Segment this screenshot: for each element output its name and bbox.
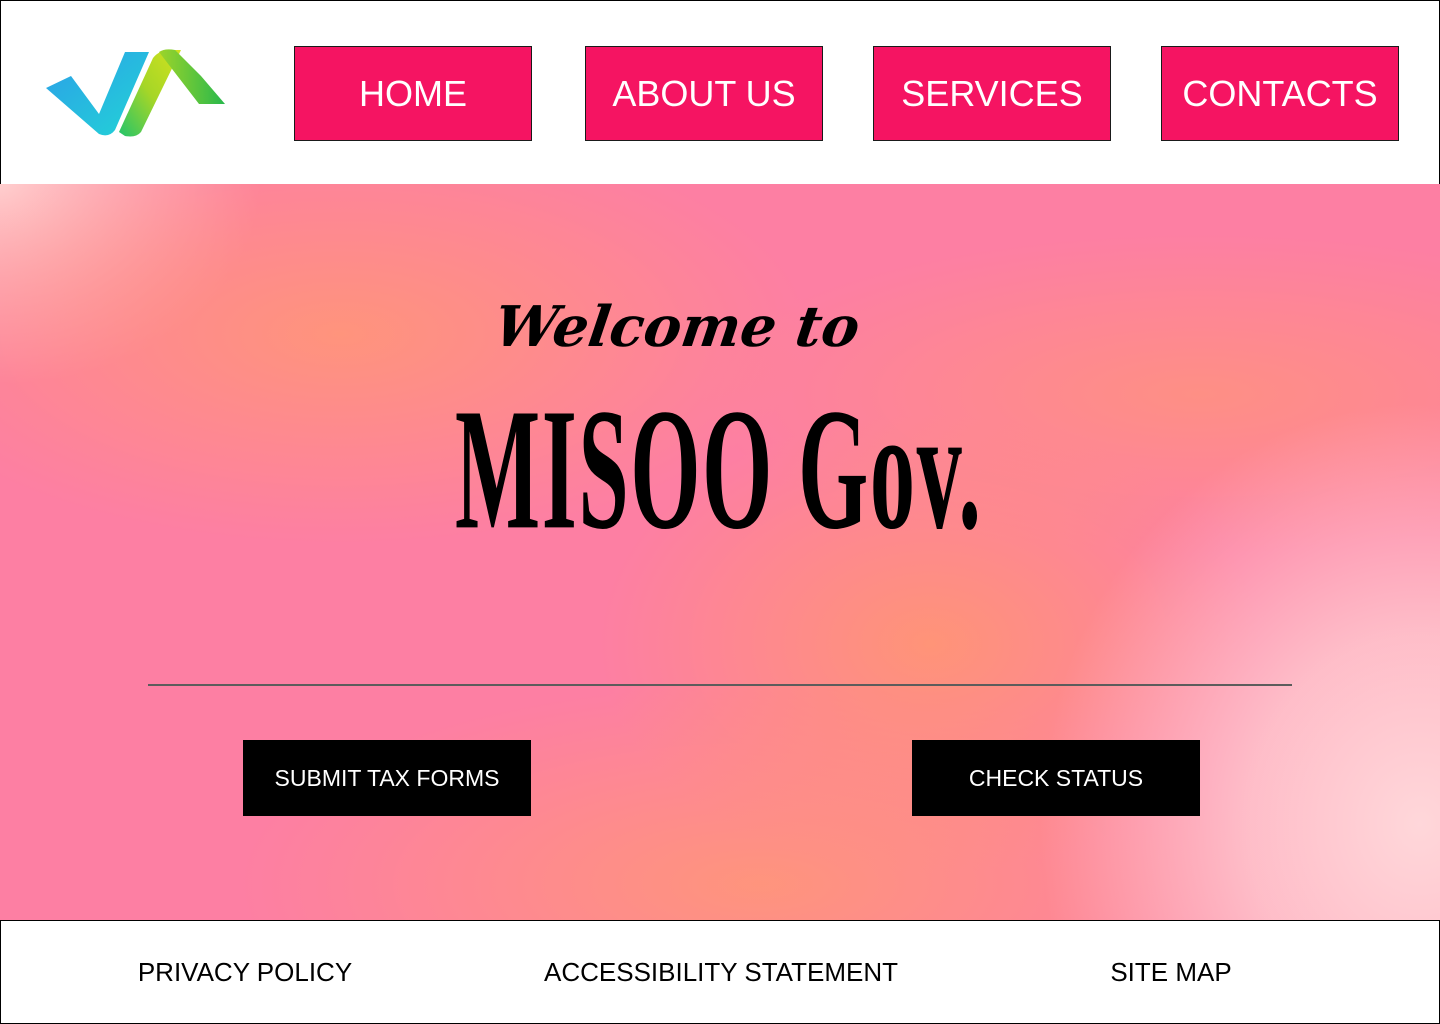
- nav-about-us-button[interactable]: ABOUT US: [585, 46, 823, 141]
- welcome-heading: Welcome to: [490, 294, 864, 360]
- footer-privacy-policy-link[interactable]: PRIVACY POLICY: [101, 921, 389, 1023]
- check-status-button[interactable]: CHECK STATUS: [912, 740, 1200, 816]
- nav-contacts-button[interactable]: CONTACTS: [1161, 46, 1399, 141]
- footer-site-map-link[interactable]: SITE MAP: [1061, 921, 1281, 1023]
- site-title: MISOO Gov.: [455, 372, 983, 566]
- footer-accessibility-statement-link[interactable]: ACCESSIBILITY STATEMENT: [501, 921, 941, 1023]
- nav-services-button[interactable]: SERVICES: [873, 46, 1111, 141]
- site-header: HOME ABOUT US SERVICES CONTACTS: [0, 0, 1440, 185]
- site-logo[interactable]: [41, 46, 231, 138]
- hero-divider: [148, 684, 1292, 686]
- hero-section: Welcome to MISOO Gov. SUBMIT TAX FORMS C…: [0, 184, 1440, 921]
- logo-mark-icon: [46, 49, 225, 137]
- nav-home-button[interactable]: HOME: [294, 46, 532, 141]
- site-footer: PRIVACY POLICY ACCESSIBILITY STATEMENT S…: [0, 920, 1440, 1024]
- submit-tax-forms-button[interactable]: SUBMIT TAX FORMS: [243, 740, 531, 816]
